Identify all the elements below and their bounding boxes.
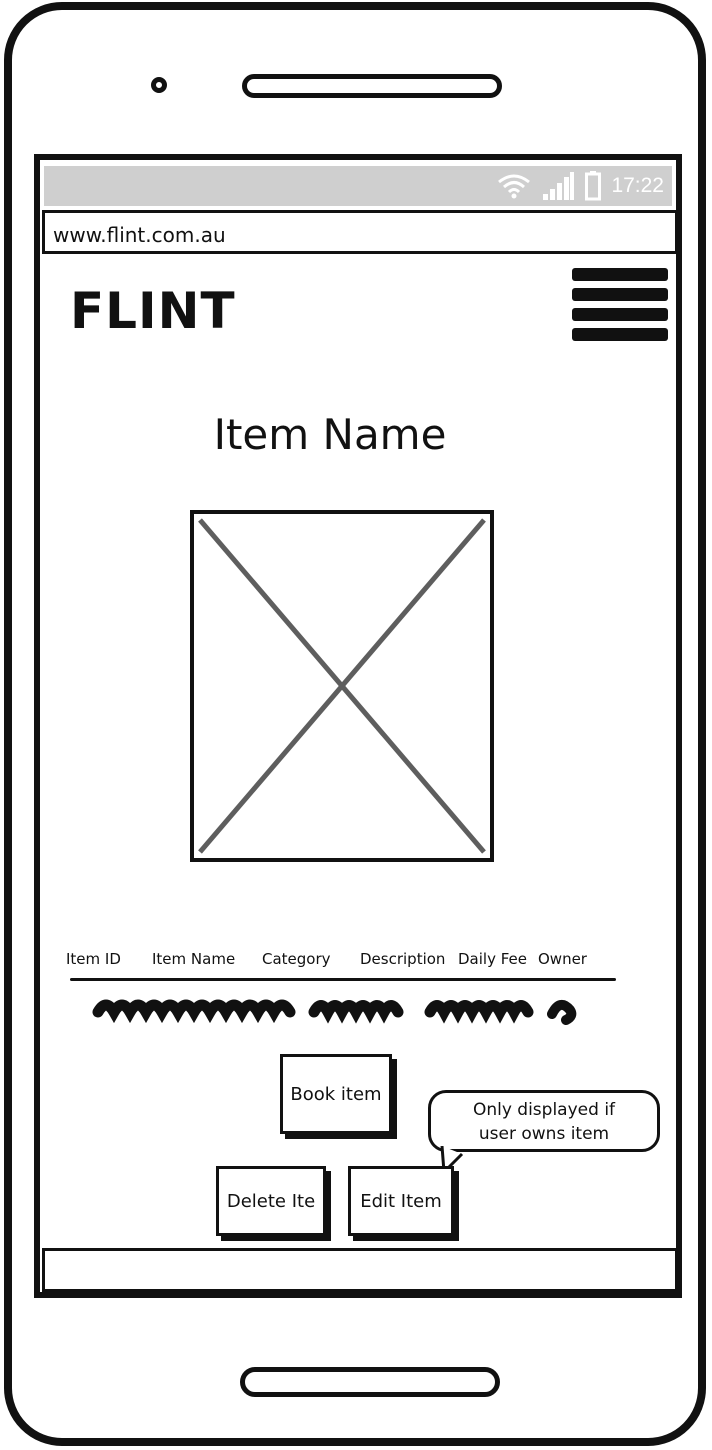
table-divider	[70, 978, 616, 981]
col-category: Category	[262, 950, 331, 968]
earpiece-speaker	[242, 74, 502, 98]
col-description: Description	[360, 950, 446, 968]
col-item-name: Item Name	[152, 950, 236, 968]
hamburger-menu-icon[interactable]	[572, 266, 670, 344]
wifi-icon	[498, 174, 531, 199]
front-camera	[151, 77, 167, 93]
col-daily-fee: Daily Fee	[458, 950, 527, 968]
item-details-row	[92, 999, 577, 1025]
col-owner: Owner	[538, 950, 587, 968]
site-logo[interactable]: FLINT	[70, 282, 236, 340]
image-placeholder-icon	[190, 510, 494, 862]
owner-only-note: Only displayed if user owns item	[428, 1090, 660, 1152]
note-line-2: user owns item	[478, 1124, 610, 1144]
edit-item-button[interactable]: Edit Item	[348, 1166, 454, 1236]
phone-screen: 17:22 www.flint.com.au FLINT Item Name I…	[34, 154, 682, 1298]
item-title: Item Name	[213, 410, 447, 459]
delete-item-button[interactable]: Delete Ite	[216, 1166, 326, 1236]
home-button[interactable]	[240, 1367, 500, 1397]
status-bar: 17:22	[44, 166, 672, 206]
status-time: 17:22	[611, 174, 664, 197]
url-text: www.flint.com.au	[53, 223, 226, 247]
browser-address-bar[interactable]: www.flint.com.au	[42, 210, 676, 254]
signal-icon	[543, 172, 575, 200]
item-details-header: Item ID Item Name Category Description D…	[40, 950, 676, 974]
col-item-id: Item ID	[66, 950, 121, 968]
book-item-button[interactable]: Book item	[280, 1054, 392, 1134]
bottom-navigation-bar	[42, 1248, 676, 1292]
note-line-1: Only displayed if	[472, 1100, 616, 1120]
battery-icon	[585, 171, 602, 201]
